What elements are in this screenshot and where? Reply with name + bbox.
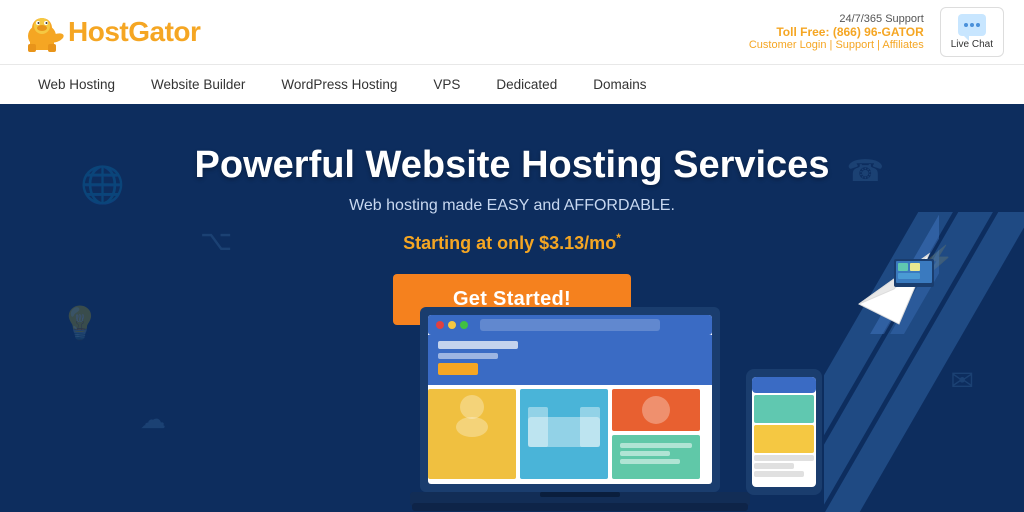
paper-plane-icon: [839, 204, 939, 339]
nav-item-vps[interactable]: VPS: [415, 65, 478, 105]
nav-item-website-builder[interactable]: Website Builder: [133, 65, 263, 105]
chat-dot-3: [976, 23, 980, 27]
live-chat-label: Live Chat: [951, 39, 993, 50]
chat-dot-2: [970, 23, 974, 27]
globe-icon: 🌐: [80, 164, 125, 206]
chat-bubble-icon: [958, 14, 986, 36]
price-value: $3.13/mo*: [539, 233, 621, 253]
price-prefix: Starting at only: [403, 233, 539, 253]
toll-free-label: Toll Free:: [776, 25, 829, 39]
nav-item-domains[interactable]: Domains: [575, 65, 664, 105]
support-line: 24/7/365 Support: [749, 13, 924, 25]
customer-login-link[interactable]: Customer Login: [749, 39, 827, 51]
logo-area[interactable]: HostGator: [20, 8, 200, 56]
header-info: 24/7/365 Support Toll Free: (866) 96-GAT…: [749, 13, 924, 51]
hero-subtitle: Web hosting made EASY and AFFORDABLE.: [349, 197, 675, 215]
live-chat-button[interactable]: Live Chat: [940, 7, 1004, 57]
chat-dot-1: [964, 23, 968, 27]
header: HostGator 24/7/365 Support Toll Free: (8…: [0, 0, 1024, 64]
lightbulb-icon: 💡: [60, 304, 100, 342]
hero-price: Starting at only $3.13/mo*: [403, 231, 621, 254]
header-links: Customer Login | Support | Affiliates: [749, 39, 924, 51]
cloud-icon: ☁: [140, 404, 166, 435]
logo-gator-icon: [20, 8, 64, 56]
toll-free: Toll Free: (866) 96-GATOR: [749, 25, 924, 39]
toll-free-number[interactable]: (866) 96-GATOR: [833, 25, 924, 39]
phone-icon: ☎: [847, 154, 884, 189]
laptop-mockup: [410, 307, 750, 512]
nav-item-wordpress-hosting[interactable]: WordPress Hosting: [263, 65, 415, 105]
phone-mockup: [744, 367, 824, 502]
chat-dots: [964, 23, 980, 27]
support-link[interactable]: Support: [835, 39, 874, 51]
header-right: 24/7/365 Support Toll Free: (866) 96-GAT…: [749, 7, 1004, 57]
affiliates-link[interactable]: Affiliates: [882, 39, 923, 51]
hero-title: Powerful Website Hosting Services: [195, 144, 830, 187]
hero-section: 🌐 ⌥ 💡 ☁ ☎ ⚡ ✉ Powerful Website Hosting S…: [0, 104, 1024, 512]
logo-text: HostGator: [68, 16, 200, 48]
branch-icon: ⌥: [200, 224, 232, 257]
main-nav: Web Hosting Website Builder WordPress Ho…: [0, 64, 1024, 104]
nav-item-dedicated[interactable]: Dedicated: [478, 65, 575, 105]
nav-item-web-hosting[interactable]: Web Hosting: [20, 65, 133, 105]
